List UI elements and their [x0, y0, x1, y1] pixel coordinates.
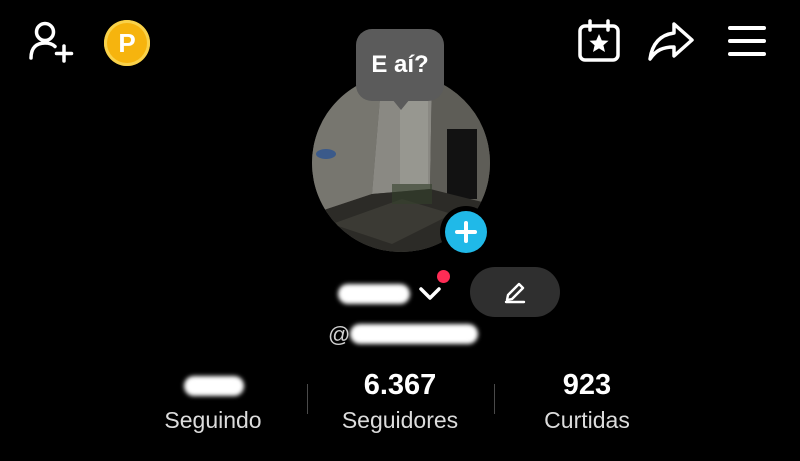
add-story-button[interactable]: [440, 206, 492, 258]
add-story-circle: [445, 211, 487, 253]
likes-label: Curtidas: [544, 407, 630, 433]
status-bubble-tail: [392, 99, 410, 110]
followers-label[interactable]: Seguidores: [320, 407, 480, 434]
calendar-button[interactable]: [576, 18, 622, 64]
account-switch-button[interactable]: [416, 280, 444, 306]
calendar-star-icon: [578, 19, 620, 62]
plus-icon: [455, 221, 477, 243]
username-at-symbol: @: [328, 322, 351, 347]
share-icon: [648, 22, 694, 61]
following-label[interactable]: Seguindo: [143, 407, 283, 434]
menu-icon: [728, 26, 766, 56]
redacted-following-count: [184, 376, 244, 396]
chevron-down-icon: [419, 287, 441, 300]
redacted-username: [350, 324, 478, 344]
share-button[interactable]: [646, 18, 696, 64]
add-user-icon: [29, 21, 74, 63]
menu-button[interactable]: [724, 20, 770, 62]
coins-button[interactable]: P: [104, 20, 150, 66]
stats-divider: [494, 384, 495, 414]
likes-count: 923: [562, 369, 612, 401]
notification-dot: [437, 270, 450, 283]
edit-profile-button[interactable]: [470, 267, 560, 317]
redacted-display-name: [338, 284, 410, 304]
status-bubble-text: E aí?: [371, 51, 429, 78]
pencil-icon: [504, 282, 526, 304]
add-friend-button[interactable]: [28, 18, 76, 64]
coin-icon: P: [118, 27, 136, 58]
status-bubble[interactable]: E aí?: [356, 29, 444, 101]
stats-divider: [307, 384, 308, 414]
followers-count[interactable]: 6.367: [320, 369, 480, 402]
